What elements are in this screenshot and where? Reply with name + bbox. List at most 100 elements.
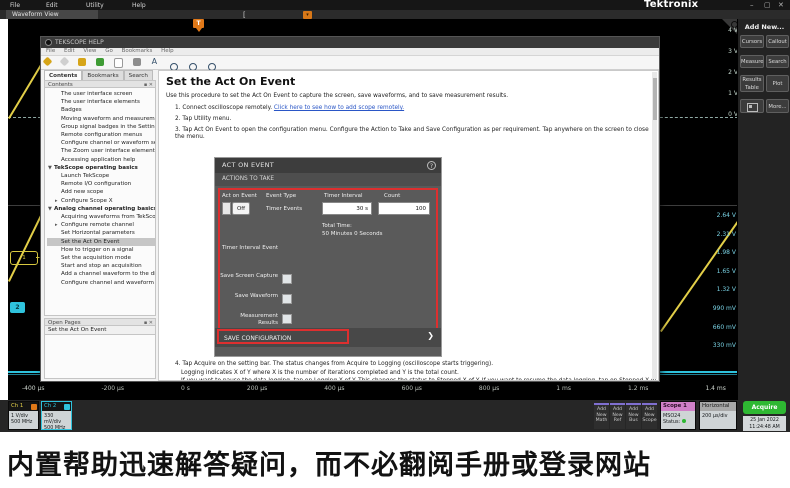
ch2-scale: 330 mV/div [44, 413, 71, 425]
print-icon[interactable] [133, 58, 141, 66]
tab-bookmarks[interactable]: Bookmarks [82, 70, 123, 80]
tektronix-logo: Tektronix [644, 0, 698, 10]
contents-tree: The user interface screen The user inter… [44, 88, 156, 316]
tree-item[interactable]: ▸Configure remote channel [47, 221, 155, 229]
tree-item[interactable]: Accessing application help [47, 156, 155, 164]
ch1-scale-label: 2 V [710, 69, 738, 76]
callout-button[interactable]: Callout [766, 35, 789, 48]
scrollbar-thumb[interactable] [653, 78, 657, 120]
tree-item[interactable]: Remote configuration menus [47, 131, 155, 139]
help-menu-file[interactable]: File [46, 48, 55, 54]
tree-item[interactable]: ▼TekScope operating basics [47, 164, 155, 172]
dialog-help-icon[interactable]: ? [427, 161, 436, 170]
tab-contents[interactable]: Contents [44, 70, 82, 80]
ch2-scale-label: 1.98 V [704, 249, 736, 256]
tree-item[interactable]: Launch TekScope [47, 172, 155, 180]
ch2-scale-label: 2.64 V [704, 212, 736, 219]
ch2-reference-marker[interactable]: 2 [10, 302, 25, 313]
menu-help[interactable]: Help [132, 2, 146, 9]
add-new-bus-button[interactable]: Add New Bus [626, 403, 641, 429]
ch2-badge[interactable]: Ch 2 330 mV/div500 MHz [41, 401, 72, 430]
maximize-icon[interactable]: ▢ [764, 1, 771, 9]
measure-button[interactable]: Measure [740, 55, 764, 68]
tree-item[interactable]: Set the acquisition mode [47, 254, 155, 262]
tree-item[interactable]: Badges [47, 106, 155, 114]
ch1-scale-label: 4 V [710, 27, 738, 34]
ch1-badge[interactable]: Ch 1 1 V/div500 MHz [8, 401, 39, 430]
horizontal-badge[interactable]: Horizontal 200 μs/div [699, 401, 737, 430]
tree-item[interactable]: Group signal badges in the Settings bar [47, 123, 155, 131]
tree-item[interactable]: Remote I/O configuration [47, 180, 155, 188]
add-new-scope-button[interactable]: Add New Scope [642, 403, 657, 429]
help-menu-help[interactable]: Help [161, 48, 174, 54]
help-menu-go[interactable]: Go [105, 48, 113, 54]
tree-item[interactable]: Configure channel and waveform settings [47, 279, 155, 287]
back-icon[interactable] [43, 57, 53, 67]
save-waveform-checkbox[interactable] [282, 294, 292, 304]
menu-file[interactable]: File [10, 2, 20, 9]
more-button[interactable]: More... [766, 99, 789, 113]
forward-icon[interactable] [60, 57, 70, 67]
minimize-icon[interactable]: – [750, 1, 754, 9]
plot-button[interactable]: Plot [766, 75, 789, 92]
open-page-item[interactable]: Set the Act On Event [44, 326, 156, 335]
trigger-flag-icon[interactable]: T [193, 19, 204, 28]
status-green-dot [682, 419, 686, 423]
tree-item[interactable]: Add new scope [47, 188, 155, 196]
tree-item[interactable]: Acquiring waveforms from TekScope [47, 213, 155, 221]
act-on-event-toggle[interactable]: Off [232, 202, 250, 215]
ch2-bandwidth: 500 MHz [44, 425, 71, 431]
help-menu-edit[interactable]: Edit [64, 48, 75, 54]
ch1-trigger-icon [31, 404, 37, 410]
results-table-button[interactable]: Results Table [740, 75, 764, 92]
timer-interval-input[interactable]: 30 s [322, 202, 372, 215]
tree-item[interactable]: Add a channel waveform to the display [47, 270, 155, 278]
page-icon[interactable] [114, 58, 123, 68]
help-menu-view[interactable]: View [83, 48, 96, 54]
mask-test-button[interactable] [740, 99, 764, 113]
menu-utility[interactable]: Utility [86, 2, 104, 9]
tree-item[interactable]: The user interface screen [47, 90, 155, 98]
tree-item[interactable]: The Zoom user interface elements [47, 147, 155, 155]
help-toolbar: A [41, 56, 659, 70]
ch2-scale-label: 1.32 V [704, 286, 736, 293]
tree-item[interactable]: ▼Analog channel operating basics [47, 205, 155, 213]
expansion-point-icon[interactable]: ▾ [303, 11, 312, 19]
tree-item[interactable]: Moving waveform and measurement ba... [47, 115, 155, 123]
text-size-icon[interactable]: A [152, 58, 160, 66]
add-scope-link[interactable]: Click here to see how to add scope remot… [274, 105, 404, 111]
toggle-track[interactable] [222, 202, 231, 215]
step-1: 1. Connect oscilloscope remotely. Click … [175, 105, 655, 112]
scope1-badge[interactable]: Scope 1 MSO24Status: [660, 401, 696, 430]
timer-interval-label: Timer Interval [324, 193, 363, 199]
tab-waveform-view[interactable]: Waveform View [6, 10, 98, 19]
close-icon[interactable]: ✕ [778, 1, 784, 9]
save-configuration-bar[interactable]: SAVE CONFIGURATION ❯ [215, 328, 441, 347]
add-new-math-button[interactable]: Add New Math [594, 403, 609, 429]
tree-item[interactable]: Set Horizontal parameters [47, 229, 155, 237]
tree-item[interactable]: How to trigger on a signal [47, 246, 155, 254]
tree-item[interactable]: Configure channel or waveform settings [47, 139, 155, 147]
content-scrollbar[interactable] [652, 72, 657, 379]
home-icon[interactable] [78, 58, 86, 66]
save-screen-capture-checkbox[interactable] [282, 274, 292, 284]
help-title-bar[interactable]: TEKSCOPE HELP [41, 37, 659, 48]
event-type-value[interactable]: Timer Events [266, 206, 302, 212]
time-axis-label: -400 μs [22, 385, 44, 399]
save-screen-capture-label: Save Screen Capture [220, 273, 278, 280]
tab-search[interactable]: Search [124, 70, 153, 80]
tree-item[interactable]: ▸Configure Scope X [47, 197, 155, 205]
tree-item[interactable]: The user interface elements [47, 98, 155, 106]
tree-item-selected[interactable]: Set the Act On Event [47, 238, 155, 246]
search-button[interactable]: Search [766, 55, 789, 68]
menu-edit[interactable]: Edit [46, 2, 58, 9]
cursors-button[interactable]: Cursors [740, 35, 764, 48]
add-new-ref-button[interactable]: Add New Ref [610, 403, 625, 429]
ch1-reference-marker[interactable]: 1 [10, 251, 38, 265]
sync-toc-icon[interactable] [96, 58, 104, 66]
acquire-button[interactable]: Acquire [743, 401, 786, 414]
help-menu-bookmarks[interactable]: Bookmarks [122, 48, 153, 54]
tree-item[interactable]: Start and stop an acquisition [47, 262, 155, 270]
count-input[interactable]: 100 [378, 202, 430, 215]
measurement-results-checkbox[interactable] [282, 314, 292, 324]
